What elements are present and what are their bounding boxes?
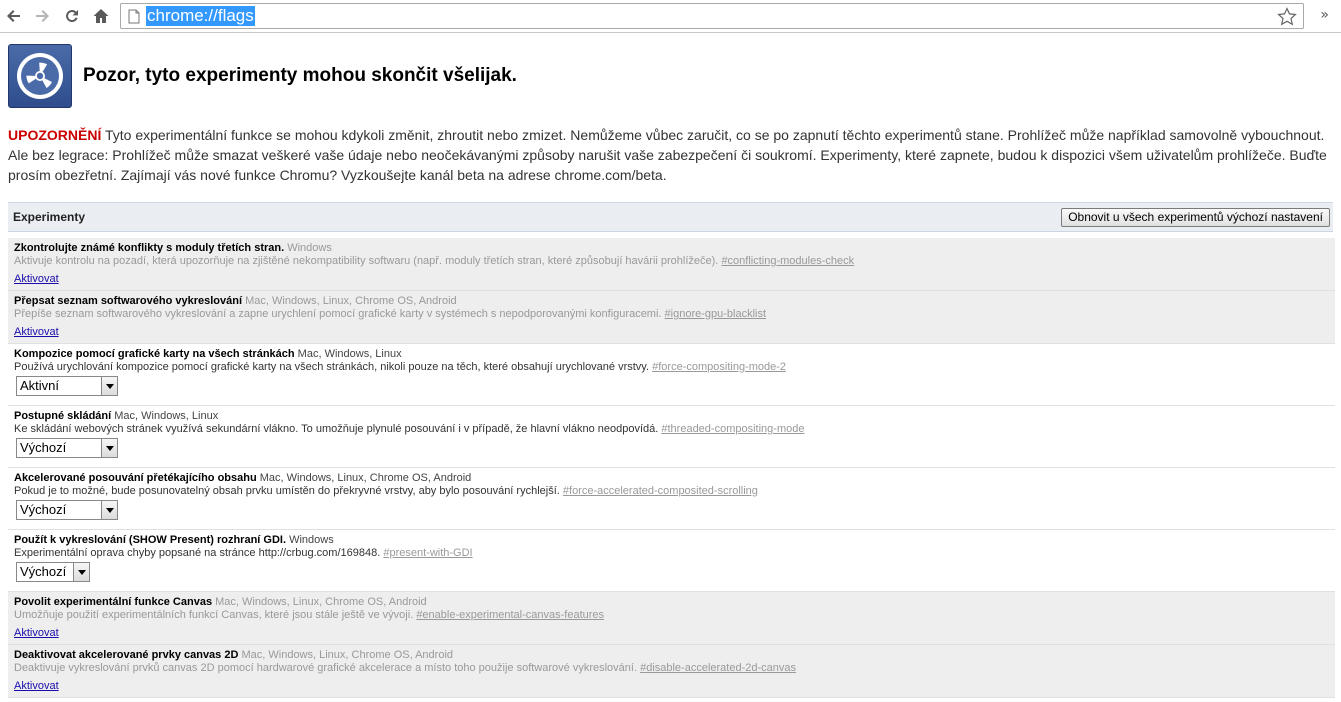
- page-icon: [128, 9, 140, 24]
- experiment-select[interactable]: Výchozí: [16, 438, 118, 458]
- warning-label: UPOZORNĚNÍ: [8, 127, 102, 143]
- experiment-platforms: Mac, Windows, Linux: [297, 348, 402, 360]
- select-value: Výchozí: [20, 502, 67, 517]
- experiment-description: Používá urychlování kompozice pomocí gra…: [14, 361, 650, 373]
- warning-text: Tyto experimentální funkce se mohou kdyk…: [8, 127, 1327, 183]
- experiment-platforms: Mac, Windows, Linux, Chrome OS, Android: [241, 649, 454, 661]
- experiment-select[interactable]: Výchozí: [16, 562, 90, 582]
- experiments-title: Experimenty: [13, 210, 86, 224]
- experiment-platforms: Windows: [289, 534, 334, 546]
- experiment-force-accelerated-composited-scrolling: Akcelerované posouvání přetékajícího obs…: [8, 468, 1335, 530]
- experiment-name: Zkontrolujte známé konflikty s moduly tř…: [14, 242, 285, 254]
- select-value: Výchozí: [20, 440, 67, 455]
- experiment-select[interactable]: Aktivní: [16, 376, 118, 396]
- experiment-anchor-link[interactable]: #conflicting-modules-check: [721, 255, 854, 267]
- experiments-header: Experimenty Obnovit u všech experimentů …: [8, 202, 1333, 232]
- experiment-name: Přepsat seznam softwarového vykreslování: [14, 295, 243, 307]
- experiment-conflicting-modules-check: Zkontrolujte známé konflikty s moduly tř…: [8, 238, 1335, 291]
- radiation-warning-icon: [8, 44, 72, 108]
- experiment-ignore-gpu-blacklist: Přepsat seznam softwarového vykreslování…: [8, 291, 1335, 344]
- experiment-name: Použít k vykreslování (SHOW Present) roz…: [14, 534, 287, 546]
- home-icon[interactable]: [89, 4, 113, 28]
- bookmark-star-icon[interactable]: [1277, 7, 1297, 26]
- enable-link[interactable]: Aktivovat: [14, 680, 59, 693]
- experiment-present-with-gdi: Použít k vykreslování (SHOW Present) roz…: [8, 530, 1335, 592]
- experiment-name: Deaktivovat akcelerované prvky canvas 2D: [14, 649, 239, 661]
- enable-link[interactable]: Aktivovat: [14, 627, 59, 640]
- experiment-description: Pokud je to možné, bude posunovatelný ob…: [14, 485, 560, 497]
- enable-link[interactable]: Aktivovat: [14, 273, 59, 286]
- url-text[interactable]: chrome://flags: [146, 6, 255, 26]
- experiment-anchor-link[interactable]: #disable-accelerated-2d-canvas: [640, 662, 796, 674]
- experiment-description: Aktivuje kontrolu na pozadí, která upozo…: [14, 255, 719, 267]
- experiment-enable-experimental-canvas-features: Povolit experimentální funkce Canvas Mac…: [8, 592, 1335, 645]
- experiment-anchor-link[interactable]: #threaded-compositing-mode: [661, 423, 804, 435]
- select-value: Výchozí: [20, 564, 67, 579]
- reload-icon[interactable]: [60, 4, 84, 28]
- browser-toolbar: chrome://flags »: [0, 0, 1341, 33]
- experiment-platforms: Mac, Windows, Linux: [114, 410, 219, 422]
- overflow-chevron-icon[interactable]: »: [1320, 7, 1329, 23]
- warning-paragraph: UPOZORNĚNÍ Tyto experimentální funkce se…: [8, 125, 1333, 185]
- experiment-threaded-compositing-mode: Postupné skládání Mac, Windows, Linux Ke…: [8, 406, 1335, 468]
- experiment-description: Ke skládání webových stránek využívá sek…: [14, 423, 659, 435]
- experiments-list: Zkontrolujte známé konflikty s moduly tř…: [8, 238, 1335, 698]
- experiment-name: Postupné skládání: [14, 410, 112, 422]
- omnibox[interactable]: chrome://flags: [120, 3, 1304, 29]
- experiment-name: Kompozice pomocí grafické karty na všech…: [14, 348, 295, 360]
- page-header: Pozor, tyto experimenty mohou skončit vš…: [8, 44, 517, 108]
- experiment-anchor-link[interactable]: #enable-experimental-canvas-features: [416, 609, 604, 621]
- dropdown-arrow-icon: [73, 563, 89, 581]
- experiment-select[interactable]: Výchozí: [16, 500, 118, 520]
- reset-all-button[interactable]: Obnovit u všech experimentů výchozí nast…: [1061, 208, 1330, 227]
- experiment-platforms: Mac, Windows, Linux, Chrome OS, Android: [215, 596, 427, 608]
- experiment-name: Akcelerované posouvání přetékajícího obs…: [14, 472, 257, 484]
- experiment-anchor-link[interactable]: #ignore-gpu-blacklist: [665, 308, 767, 320]
- enable-link[interactable]: Aktivovat: [14, 326, 59, 339]
- dropdown-arrow-icon: [101, 377, 117, 395]
- experiment-platforms: Mac, Windows, Linux, Chrome OS, Android: [259, 472, 472, 484]
- experiment-name: Povolit experimentální funkce Canvas: [14, 596, 213, 608]
- experiment-description: Experimentální oprava chyby popsané na s…: [14, 547, 381, 559]
- experiment-anchor-link[interactable]: #present-with-GDI: [383, 547, 472, 559]
- experiment-anchor-link[interactable]: #force-accelerated-composited-scrolling: [563, 485, 758, 497]
- select-value: Aktivní: [20, 378, 60, 393]
- experiment-disable-accelerated-2d-canvas: Deaktivovat akcelerované prvky canvas 2D…: [8, 645, 1335, 698]
- experiment-description: Přepíše seznam softwarového vykreslování…: [14, 308, 662, 320]
- page-title: Pozor, tyto experimenty mohou skončit vš…: [83, 65, 517, 86]
- experiment-platforms: Mac, Windows, Linux, Chrome OS, Android: [245, 295, 457, 307]
- back-arrow-icon[interactable]: [2, 4, 26, 28]
- experiment-platforms: Windows: [287, 242, 332, 254]
- experiment-description: Umožňuje použití experimentálních funkcí…: [14, 609, 414, 621]
- experiment-force-compositing-mode-2: Kompozice pomocí grafické karty na všech…: [8, 344, 1335, 406]
- dropdown-arrow-icon: [101, 501, 117, 519]
- experiment-description: Deaktivuje vykreslování prvků canvas 2D …: [14, 662, 638, 674]
- dropdown-arrow-icon: [101, 439, 117, 457]
- forward-arrow-icon[interactable]: [30, 4, 54, 28]
- experiment-anchor-link[interactable]: #force-compositing-mode-2: [652, 361, 786, 373]
